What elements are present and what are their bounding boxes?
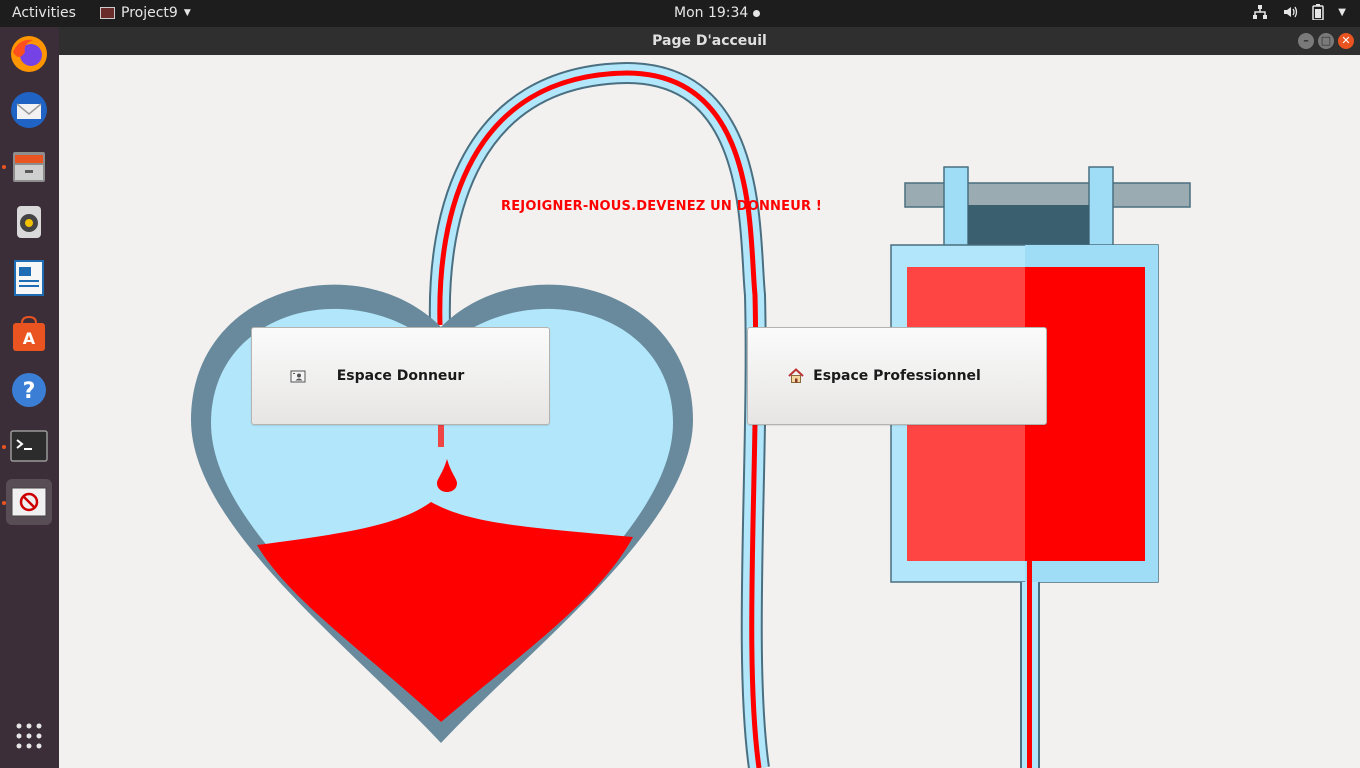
thunderbird-icon [11, 92, 47, 128]
battery-icon [1312, 4, 1325, 20]
bag-hook-right [1088, 166, 1114, 248]
app-icon [100, 7, 115, 19]
espace-professionnel-label: Espace Professionnel [813, 368, 981, 384]
dock: A ? [0, 27, 59, 768]
network-icon [1253, 5, 1268, 19]
dock-files[interactable] [6, 143, 52, 189]
writer-icon [14, 260, 44, 296]
heart-drip-line [438, 425, 444, 447]
dock-help[interactable]: ? [6, 367, 52, 413]
show-applications-button[interactable] [6, 713, 52, 759]
bag-neck [968, 205, 1089, 247]
clock[interactable]: Mon 19:34 [674, 5, 761, 21]
espace-donneur-label: Espace Donneur [336, 368, 465, 384]
bag-hook-left [943, 166, 969, 248]
volume-icon [1284, 6, 1298, 18]
show-applications-icon [16, 723, 42, 749]
svg-text:?: ? [23, 379, 36, 404]
main-content: REJOIGNER-NOUS.DEVENEZ UN DONNEUR ! Espa… [59, 55, 1360, 768]
close-button[interactable]: ✕ [1338, 33, 1354, 49]
notification-dot-icon [753, 9, 761, 17]
chevron-down-icon: ▼ [183, 8, 191, 18]
system-menu-chevron-icon: ▼ [1338, 6, 1346, 18]
terminal-icon [10, 430, 48, 462]
app-menu-label: Project9 [121, 5, 178, 21]
dock-terminal[interactable] [6, 423, 52, 469]
java-app-icon [11, 487, 47, 517]
app-menu[interactable]: Project9 ▼ [100, 5, 191, 21]
dock-firefox[interactable] [6, 31, 52, 77]
help-icon: ? [12, 373, 46, 407]
dock-rhythmbox[interactable] [6, 199, 52, 245]
window-titlebar[interactable]: Page D'acceuil – □ ✕ [59, 27, 1360, 55]
top-bar: Activities Project9 ▼ Mon 19:34 ▼ [0, 0, 1360, 27]
system-tray[interactable]: ▼ [1252, 4, 1346, 20]
dock-software[interactable]: A [6, 311, 52, 357]
software-icon: A [13, 315, 45, 351]
tagline: REJOIGNER-NOUS.DEVENEZ UN DONNEUR ! [501, 199, 823, 214]
activities-button[interactable]: Activities [12, 5, 76, 21]
minimize-button[interactable]: – [1298, 33, 1314, 49]
clock-label: Mon 19:34 [674, 5, 749, 21]
maximize-button[interactable]: □ [1318, 33, 1334, 49]
rhythmbox-icon [17, 206, 41, 238]
espace-donneur-button[interactable]: Espace Donneur [251, 327, 550, 425]
dock-thunderbird[interactable] [6, 87, 52, 133]
files-icon [13, 152, 45, 182]
firefox-icon [11, 36, 47, 72]
window-title: Page D'acceuil [652, 33, 767, 49]
svg-text:A: A [23, 329, 36, 348]
dock-writer[interactable] [6, 255, 52, 301]
bag-outlet-blood [1027, 560, 1032, 768]
dock-java-app[interactable] [6, 479, 52, 525]
espace-professionnel-button[interactable]: Espace Professionnel [747, 327, 1047, 425]
